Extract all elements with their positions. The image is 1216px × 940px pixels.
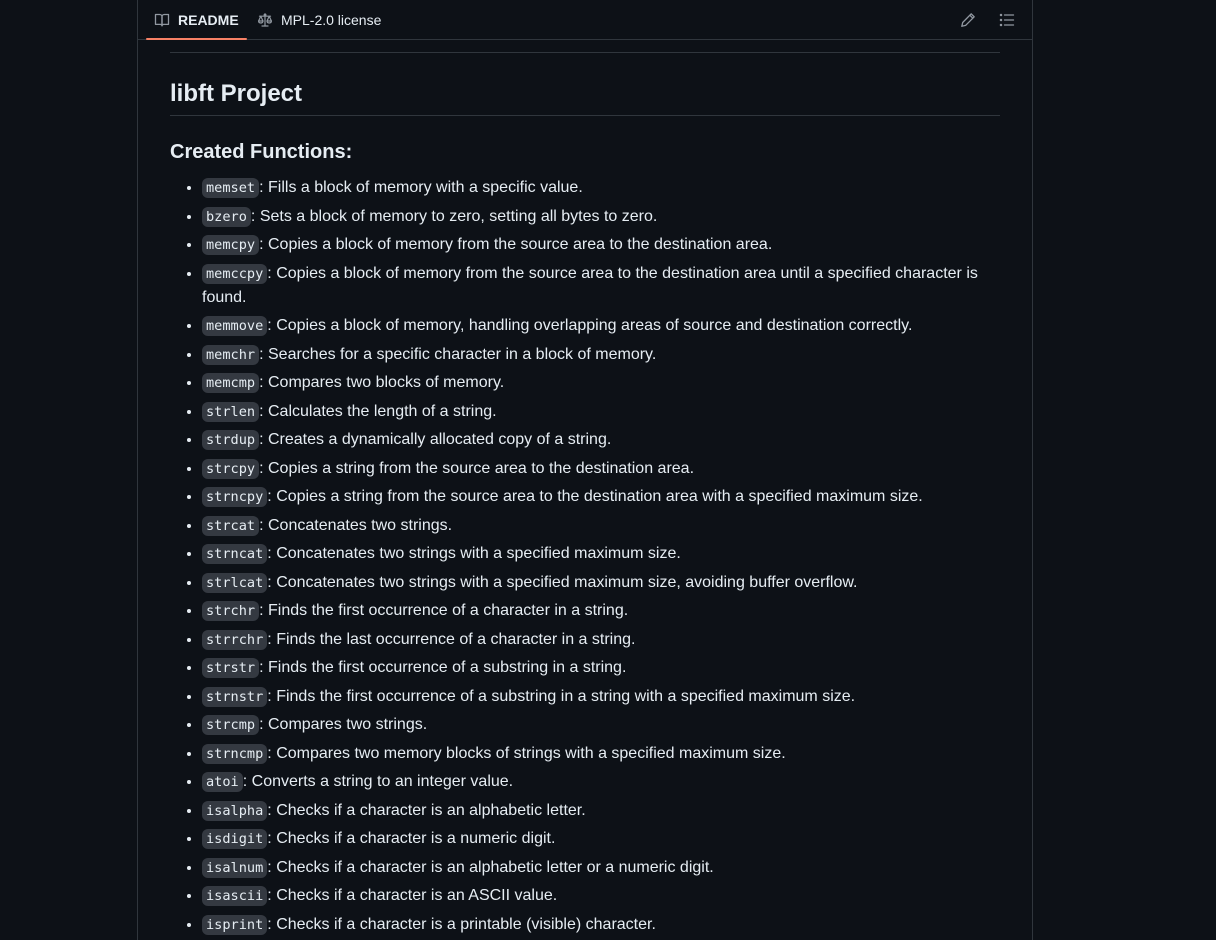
outline-button[interactable]: [993, 6, 1021, 34]
list-item: strcmp: Compares two strings.: [202, 713, 1000, 737]
function-description: : Copies a block of memory from the sour…: [202, 264, 978, 306]
function-name-code: strdup: [202, 430, 260, 450]
list-item: memmove: Copies a block of memory, handl…: [202, 314, 1000, 338]
function-name-code: memset: [202, 178, 260, 198]
function-description: : Concatenates two strings with a specif…: [267, 545, 681, 562]
function-name-code: memmove: [202, 316, 268, 336]
function-description: : Checks if a character is a printable (…: [267, 915, 656, 933]
active-tab-indicator: [146, 38, 247, 40]
list-item: strlen: Calculates the length of a strin…: [202, 400, 1000, 424]
function-name-code: memchr: [202, 344, 260, 365]
list-item: isalpha: Checks if a character is an alp…: [202, 799, 1000, 823]
function-description: : Checks if a character is a numeric dig…: [267, 830, 556, 847]
list-item: isalnum: Checks if a character is an alp…: [202, 856, 1000, 880]
function-description: : Fills a block of memory with a specifi…: [259, 179, 583, 196]
tab-readme[interactable]: README: [146, 0, 247, 40]
tab-readme-label: README: [178, 11, 239, 28]
readme-panel: README MPL-2.0 license libft Project Cre…: [137, 0, 1033, 940]
function-name-code: strstr: [202, 658, 260, 678]
function-name-code: strncpy: [202, 487, 268, 507]
list-item: memccpy: Copies a block of memory from t…: [202, 262, 1000, 310]
function-name-code: memcmp: [202, 373, 260, 393]
list-item: isdigit: Checks if a character is a nume…: [202, 827, 1000, 851]
function-description: : Compares two strings.: [259, 716, 428, 733]
function-list: memset: Fills a block of memory with a s…: [170, 176, 1000, 937]
function-description: : Calculates the length of a string.: [259, 402, 497, 420]
function-name-code: strrchr: [202, 629, 268, 650]
edit-file-button[interactable]: [954, 6, 982, 34]
function-description: : Finds the first occurrence of a substr…: [267, 687, 856, 705]
list-item: memchr: Searches for a specific characte…: [202, 343, 1000, 367]
list-item: bzero: Sets a block of memory to zero, s…: [202, 205, 1000, 229]
function-name-code: bzero: [202, 206, 251, 227]
function-name-code: strcpy: [202, 458, 260, 479]
list-item: memset: Fills a block of memory with a s…: [202, 176, 1000, 200]
tab-license[interactable]: MPL-2.0 license: [257, 0, 381, 39]
list-item: memcpy: Copies a block of memory from th…: [202, 233, 1000, 257]
function-name-code: strnstr: [202, 686, 268, 707]
function-name-code: strcat: [202, 515, 260, 536]
list-unordered-icon: [999, 12, 1015, 28]
section-heading: Created Functions:: [170, 141, 353, 163]
list-item: memcmp: Compares two blocks of memory.: [202, 371, 1000, 395]
function-description: : Finds the last occurrence of a charact…: [267, 630, 636, 648]
function-name-code: strlen: [202, 401, 260, 422]
function-name-code: strncat: [202, 544, 268, 564]
function-name-code: strlcat: [202, 572, 268, 593]
function-name-code: isalpha: [202, 800, 268, 821]
function-description: : Finds the first occurrence of a substr…: [259, 659, 627, 676]
readme-content: libft Project Created Functions: memset:…: [170, 52, 1000, 937]
list-item: isprint: Checks if a character is a prin…: [202, 913, 1000, 937]
function-description: : Copies a block of memory, handling ove…: [267, 317, 913, 334]
function-description: : Concatenates two strings with a specif…: [267, 573, 858, 591]
function-description: : Concatenates two strings.: [259, 516, 453, 534]
list-item: strstr: Finds the first occurrence of a …: [202, 656, 1000, 680]
function-description: : Copies a string from the source area t…: [259, 459, 695, 477]
function-name-code: strchr: [202, 601, 260, 621]
function-description: : Checks if a character is an ASCII valu…: [267, 887, 558, 904]
list-item: strcat: Concatenates two strings.: [202, 514, 1000, 538]
list-item: strncpy: Copies a string from the source…: [202, 485, 1000, 509]
function-name-code: isprint: [202, 914, 268, 935]
function-description: : Creates a dynamically allocated copy o…: [259, 431, 612, 448]
function-description: : Converts a string to an integer value.: [242, 773, 514, 790]
pencil-icon: [960, 12, 976, 28]
function-description: : Checks if a character is an alphabetic…: [267, 801, 586, 819]
function-name-code: strcmp: [202, 715, 260, 735]
function-description: : Compares two memory blocks of strings …: [267, 744, 786, 762]
list-item: strrchr: Finds the last occurrence of a …: [202, 628, 1000, 652]
function-name-code: isdigit: [202, 829, 268, 849]
list-item: strcpy: Copies a string from the source …: [202, 457, 1000, 481]
list-item: strnstr: Finds the first occurrence of a…: [202, 685, 1000, 709]
function-description: : Searches for a specific character in a…: [259, 345, 657, 363]
function-description: : Checks if a character is an alphabetic…: [267, 858, 714, 876]
list-item: strchr: Finds the first occurrence of a …: [202, 599, 1000, 623]
function-description: : Finds the first occurrence of a charac…: [259, 602, 629, 619]
list-item: strncat: Concatenates two strings with a…: [202, 542, 1000, 566]
function-name-code: isalnum: [202, 857, 268, 878]
function-description: : Copies a block of memory from the sour…: [259, 236, 773, 253]
function-description: : Sets a block of memory to zero, settin…: [250, 207, 658, 225]
list-item: isascii: Checks if a character is an ASC…: [202, 884, 1000, 908]
function-name-code: memcpy: [202, 235, 260, 255]
function-name-code: strncmp: [202, 743, 268, 764]
function-name-code: isascii: [202, 886, 268, 906]
list-item: atoi: Converts a string to an integer va…: [202, 770, 1000, 794]
list-item: strdup: Creates a dynamically allocated …: [202, 428, 1000, 452]
function-name-code: atoi: [202, 772, 243, 792]
divider: [170, 52, 1000, 53]
readme-title: libft Project: [170, 79, 1000, 116]
function-name-code: memccpy: [202, 263, 268, 284]
function-description: : Compares two blocks of memory.: [259, 374, 505, 391]
function-description: : Copies a string from the source area t…: [267, 488, 923, 505]
readme-tabbar: README MPL-2.0 license: [138, 0, 1032, 40]
tab-license-label: MPL-2.0 license: [281, 11, 382, 28]
list-item: strlcat: Concatenates two strings with a…: [202, 571, 1000, 595]
list-item: strncmp: Compares two memory blocks of s…: [202, 742, 1000, 766]
book-icon: [154, 12, 178, 28]
law-scale-icon: [257, 12, 281, 28]
